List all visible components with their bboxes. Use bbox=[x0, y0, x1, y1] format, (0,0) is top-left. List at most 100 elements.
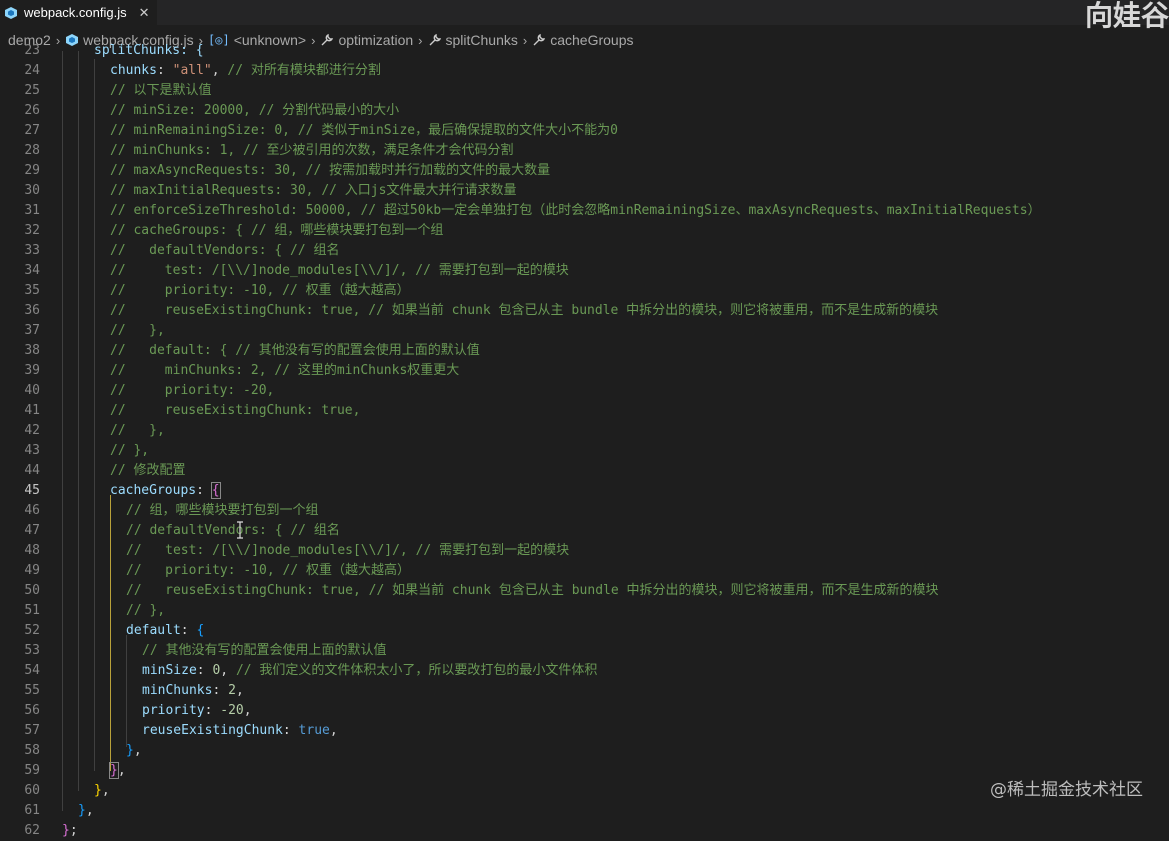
code-line: }, bbox=[78, 803, 94, 818]
code-line: // test: /[\\/]node_modules[\\/]/, // 需要… bbox=[126, 543, 570, 558]
line-number: 29 bbox=[24, 163, 40, 178]
line-number: 51 bbox=[24, 603, 40, 618]
code-line: // enforceSizeThreshold: 50000, // 超过50k… bbox=[110, 203, 1041, 218]
watermark-top: 向娃谷 bbox=[1084, 0, 1169, 32]
line-number: 35 bbox=[24, 283, 40, 298]
code-line: // 组，哪些模块要打包到一个组 bbox=[126, 503, 319, 518]
code-line: // reuseExistingChunk: true, // 如果当前 chu… bbox=[126, 583, 939, 598]
code-line: // reuseExistingChunk: true, // 如果当前 chu… bbox=[110, 303, 939, 318]
code-line: // priority: -20, bbox=[110, 383, 275, 398]
line-number: 48 bbox=[24, 543, 40, 558]
chevron-right-icon: › bbox=[418, 32, 423, 48]
code-line: // defaultVendors: { // 组名 bbox=[126, 523, 340, 538]
line-number: 59 bbox=[24, 763, 40, 778]
code-line: minSize: 0, // 我们定义的文件体积太小了，所以要改打包的最小文件体… bbox=[142, 663, 598, 678]
webpack-file-icon bbox=[66, 34, 79, 46]
code-line: // priority: -10, // 权重（越大越高） bbox=[126, 563, 411, 578]
tab-webpack-config[interactable]: webpack.config.js ✕ bbox=[0, 0, 157, 25]
code-comment: // 我们定义的文件体积太小了，所以要改打包的最小文件体积 bbox=[235, 663, 598, 678]
line-number: 58 bbox=[24, 743, 40, 758]
code-line: minChunks: 2, bbox=[142, 683, 244, 698]
webpack-file-icon bbox=[5, 6, 17, 19]
code-line: // minRemainingSize: 0, // 类似于minSize，最后… bbox=[110, 123, 618, 138]
line-number: 61 bbox=[24, 803, 40, 818]
wrench-icon bbox=[321, 33, 334, 46]
indent-guide bbox=[126, 635, 127, 747]
breadcrumb-label: splitChunks bbox=[445, 32, 518, 48]
line-number: 31 bbox=[24, 203, 40, 218]
line-number: 46 bbox=[24, 503, 40, 518]
breadcrumb-item-unknown[interactable]: [◎] <unknown> bbox=[208, 32, 306, 48]
code-line: // cacheGroups: { // 组，哪些模块要打包到一个组 bbox=[110, 223, 444, 238]
code-line: // test: /[\\/]node_modules[\\/]/, // 需要… bbox=[110, 263, 569, 278]
line-number: 54 bbox=[24, 663, 40, 678]
breadcrumb-item-optimization[interactable]: optimization bbox=[320, 32, 413, 48]
indent-guide bbox=[62, 51, 63, 811]
code-token: minSize bbox=[142, 663, 197, 678]
code-line: }; bbox=[62, 823, 78, 838]
breadcrumb-label: optimization bbox=[338, 32, 414, 48]
line-number: 45 bbox=[24, 483, 40, 498]
code-line: // default: { // 其他没有写的配置会使用上面的默认值 bbox=[110, 343, 480, 358]
chevron-right-icon: › bbox=[55, 32, 61, 48]
code-line: // 其他没有写的配置会使用上面的默认值 bbox=[142, 643, 387, 658]
indent-guide bbox=[94, 59, 95, 771]
line-number: 57 bbox=[24, 723, 40, 738]
chevron-right-icon: › bbox=[311, 32, 316, 48]
code-line: // reuseExistingChunk: true, bbox=[110, 403, 361, 418]
code-token: chunks bbox=[110, 63, 157, 78]
code-token: cacheGroups bbox=[110, 483, 197, 498]
code-line: // }, bbox=[110, 323, 165, 338]
line-number: 53 bbox=[24, 643, 40, 658]
line-number: 50 bbox=[24, 583, 40, 598]
code-line: // priority: -10, // 权重（越大越高） bbox=[110, 283, 410, 298]
code-line: // maxAsyncRequests: 30, // 按需加载时并行加载的文件… bbox=[110, 163, 551, 178]
indent-guide bbox=[78, 51, 79, 791]
code-line: // defaultVendors: { // 组名 bbox=[110, 243, 340, 258]
watermark-bottom: @稀土掘金技术社区 bbox=[990, 780, 1143, 800]
code-line: // minChunks: 2, // 这里的minChunks权重更大 bbox=[110, 363, 460, 378]
code-line: // minSize: 20000, // 分割代码最小的大小 bbox=[110, 103, 400, 118]
line-number: 24 bbox=[24, 63, 40, 78]
code-line: cacheGroups: { bbox=[110, 482, 221, 499]
breadcrumb-item-splitchunks[interactable]: splitChunks bbox=[428, 32, 518, 48]
code-line: }, bbox=[126, 743, 142, 758]
breadcrumb-item-cachegroups[interactable]: cacheGroups bbox=[532, 32, 634, 48]
line-number: 49 bbox=[24, 563, 40, 578]
breadcrumb-label: <unknown> bbox=[233, 32, 307, 48]
line-number: 23 bbox=[24, 43, 40, 58]
code-token: reuseExistingChunk bbox=[142, 723, 283, 738]
code-line: // }, bbox=[110, 443, 150, 458]
code-token: default bbox=[126, 623, 181, 638]
code-token: minChunks bbox=[142, 683, 213, 698]
code-line: default: { bbox=[126, 623, 205, 638]
code-token: true bbox=[298, 723, 330, 738]
line-number: 43 bbox=[24, 443, 40, 458]
code-token: "all" bbox=[172, 63, 212, 78]
code-line: chunks: "all", // 对所有模块都进行分割 bbox=[110, 63, 381, 78]
line-number: 40 bbox=[24, 383, 40, 398]
line-number: 39 bbox=[24, 363, 40, 378]
code-line: reuseExistingChunk: true, bbox=[142, 723, 338, 738]
line-number: 26 bbox=[24, 103, 40, 118]
tab-label: webpack.config.js bbox=[24, 5, 127, 20]
wrench-icon bbox=[429, 33, 441, 46]
code-comment: // 对所有模块都进行分割 bbox=[227, 63, 381, 78]
code-line: // }, bbox=[126, 603, 166, 618]
line-number: 28 bbox=[24, 143, 40, 158]
line-number: 42 bbox=[24, 423, 40, 438]
line-number: 41 bbox=[24, 403, 40, 418]
code-line: splitChunks: { bbox=[94, 41, 204, 61]
text-cursor-icon bbox=[237, 521, 243, 539]
line-number: 38 bbox=[24, 343, 40, 358]
code-line: // minChunks: 1, // 至少被引用的次数，满足条件才会代码分割 bbox=[110, 143, 514, 158]
line-number: 37 bbox=[24, 323, 40, 338]
line-number: 60 bbox=[24, 783, 40, 798]
line-number: 30 bbox=[24, 183, 40, 198]
code-editor[interactable]: 23 24 25 26 27 28 29 30 31 32 33 34 35 36 37 38 39 40 41 42… bbox=[0, 43, 1169, 838]
breadcrumb-label: cacheGroups bbox=[550, 32, 634, 48]
bracket-close-highlighted: } bbox=[109, 762, 119, 779]
code-line: }, bbox=[94, 783, 110, 798]
close-icon[interactable]: ✕ bbox=[139, 5, 150, 21]
line-number: 56 bbox=[24, 703, 40, 718]
